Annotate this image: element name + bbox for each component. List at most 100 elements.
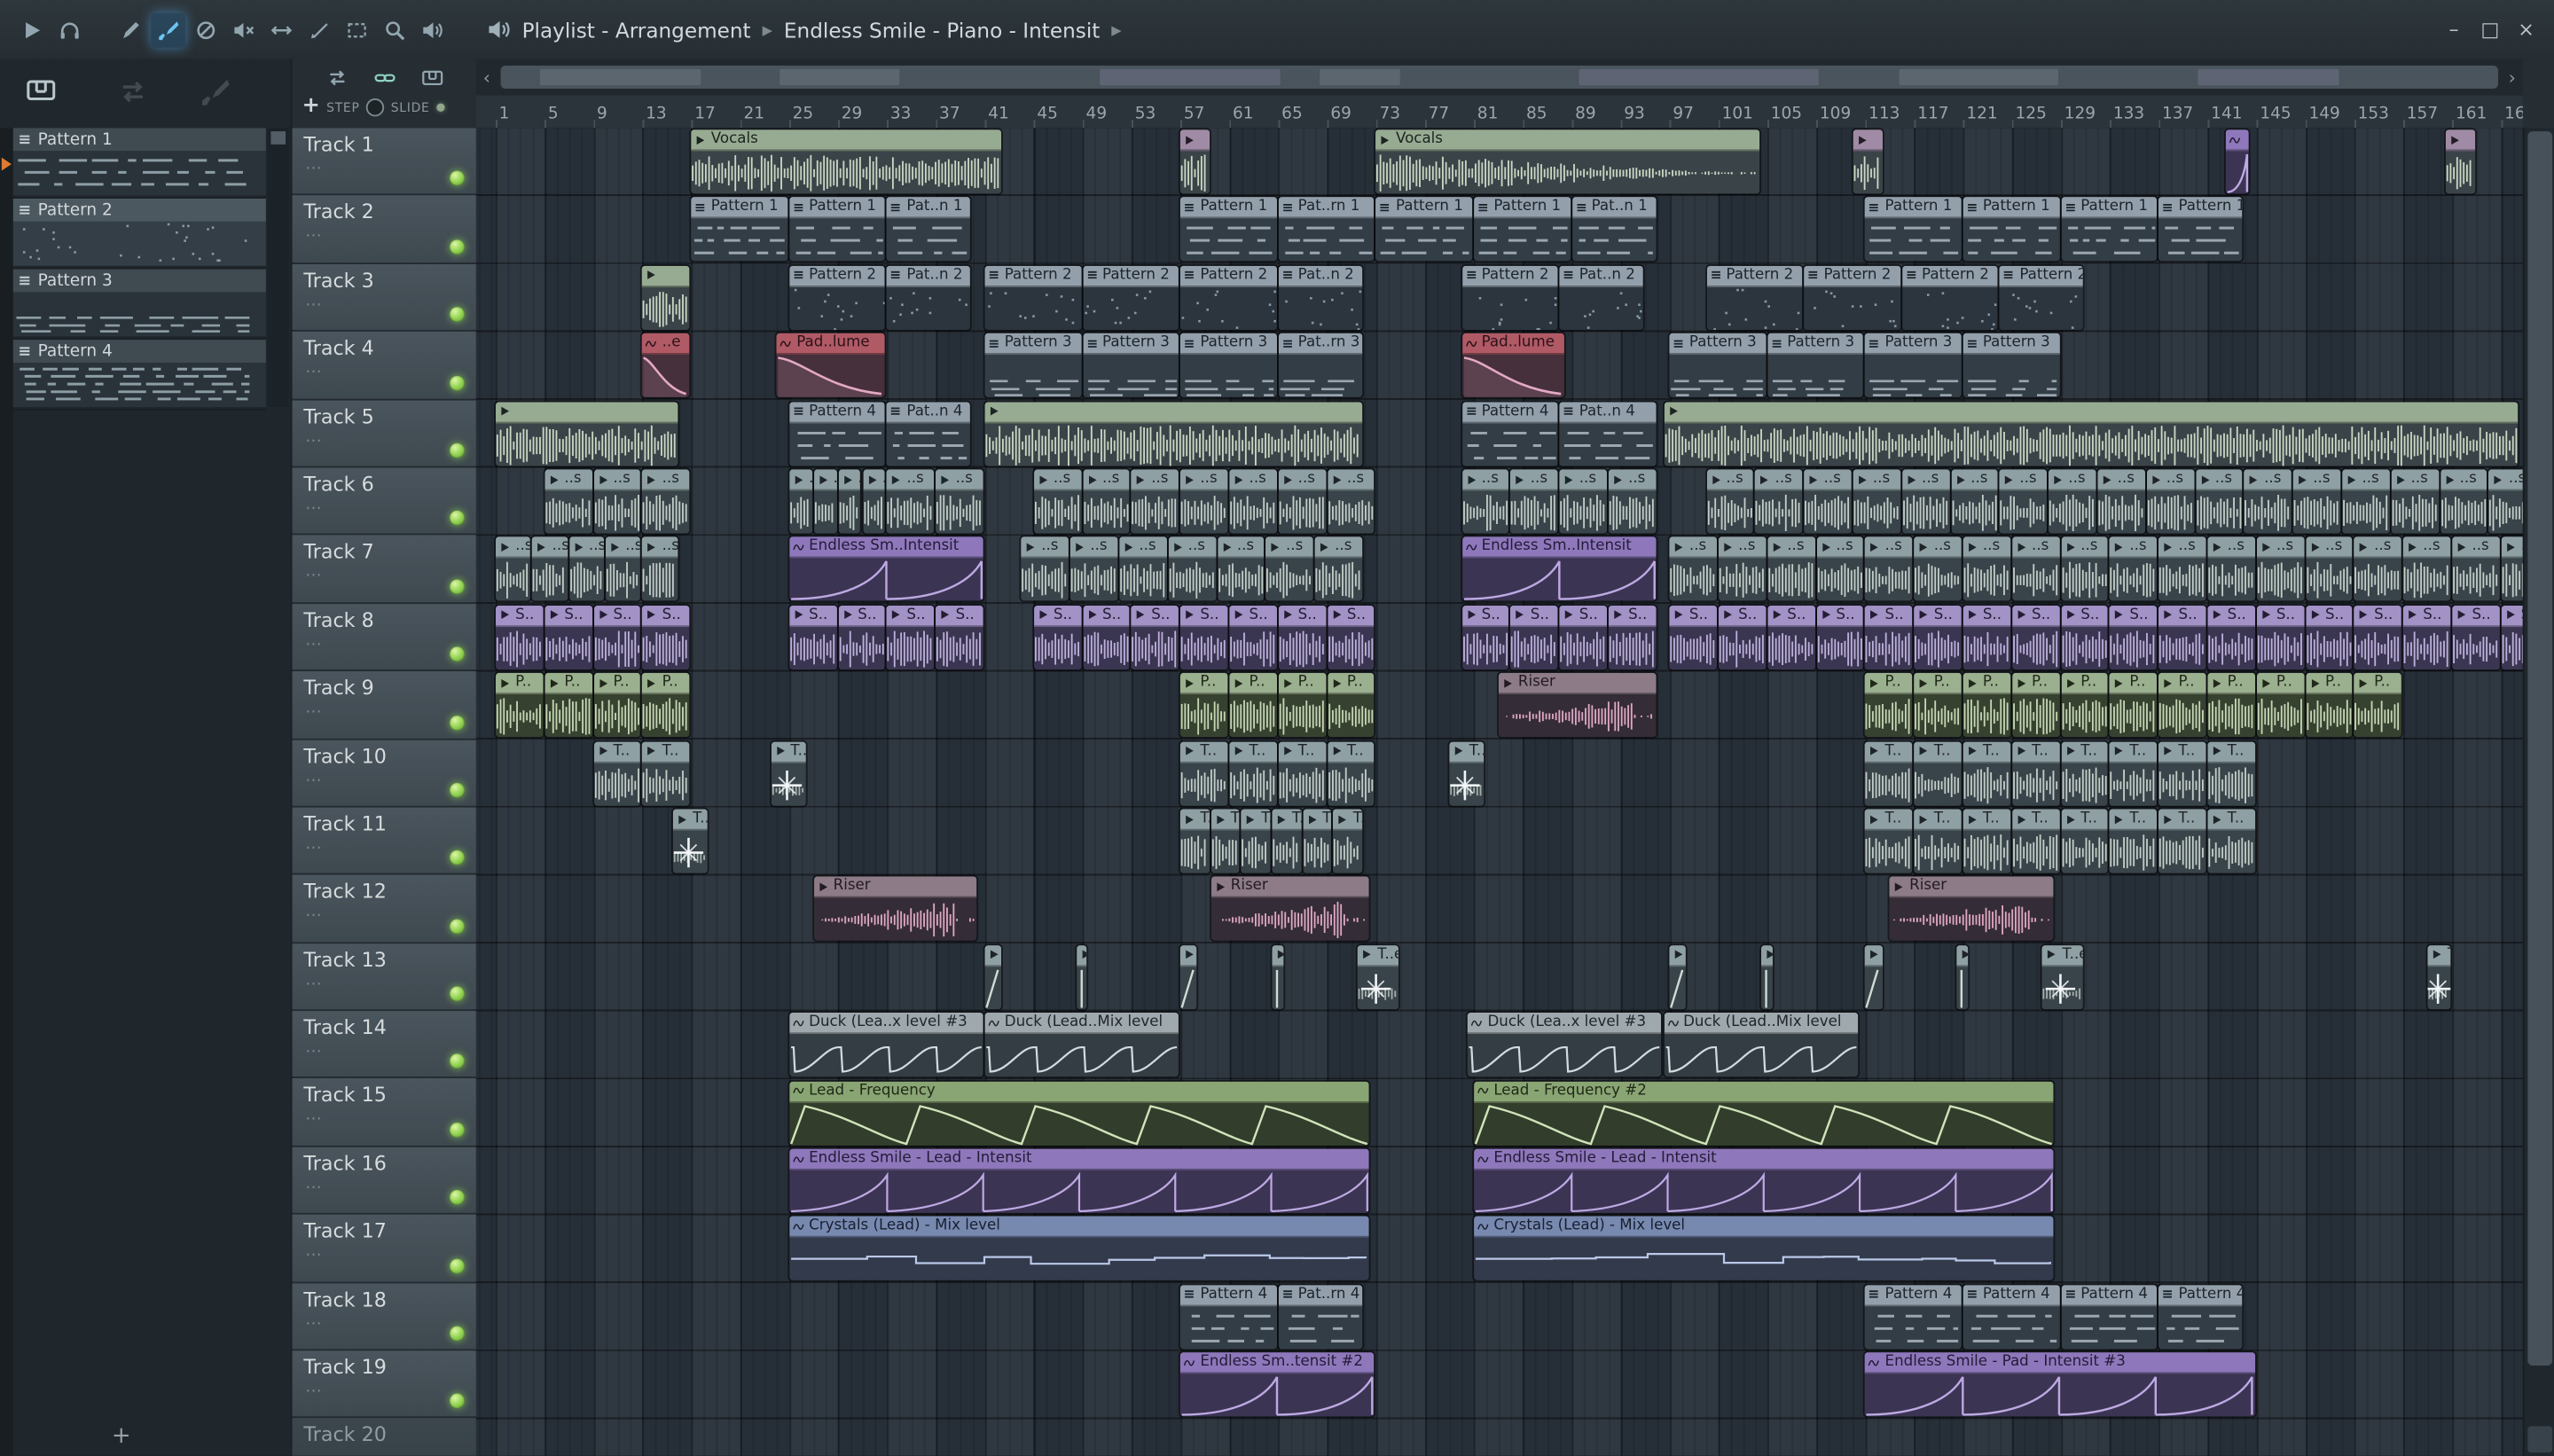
clip-duck-lea-x-level-3[interactable]: Duck (Lea..x level #3 bbox=[788, 1013, 983, 1077]
clip-s[interactable]: ..s bbox=[1327, 469, 1375, 534]
track-mute-led[interactable] bbox=[450, 1122, 465, 1138]
clip-pattern-3[interactable]: Pattern 3 bbox=[1963, 333, 2060, 398]
clip-audio[interactable] bbox=[1853, 129, 1883, 194]
playlist-lane-12[interactable]: Riser Riser Riser bbox=[476, 875, 2523, 943]
clip-s[interactable]: S.. bbox=[887, 605, 935, 669]
track-header-7[interactable]: Track 7… bbox=[292, 536, 478, 604]
clip-pattern-1[interactable]: Pattern 1 bbox=[1865, 197, 1962, 262]
clip-audio[interactable] bbox=[1180, 129, 1210, 194]
clip-pad-lume[interactable]: Pad..lume bbox=[777, 333, 886, 398]
clip-riser[interactable]: Riser bbox=[1889, 877, 2054, 942]
clip-t[interactable]: T.. bbox=[2158, 809, 2206, 873]
clip-s[interactable]: S.. bbox=[2011, 605, 2060, 669]
clip-riser[interactable]: Riser bbox=[813, 877, 977, 942]
clip-pat-n-2[interactable]: Pat..n 2 bbox=[1278, 265, 1363, 330]
clip-s[interactable]: ..s bbox=[1901, 469, 1950, 534]
clip-p[interactable]: P.. bbox=[2011, 673, 2060, 738]
clip-s[interactable]: S.. bbox=[2354, 605, 2402, 669]
clip-s[interactable]: S.. bbox=[2060, 605, 2109, 669]
clip-s[interactable]: ..s bbox=[2097, 469, 2145, 534]
clip-s[interactable]: S.. bbox=[642, 605, 690, 669]
clip-pattern-3[interactable]: Pattern 3 bbox=[1767, 333, 1864, 398]
clip-p[interactable]: P.. bbox=[495, 673, 544, 738]
playlist-lane-17[interactable]: Crystals (Lead) - Mix level Crystals (Lea… bbox=[476, 1215, 2523, 1283]
clip-t[interactable]: T.. bbox=[1272, 809, 1302, 873]
clip-pattern-1[interactable]: Pattern 1 bbox=[1963, 197, 2060, 262]
clip-t[interactable]: T.. bbox=[1278, 740, 1326, 806]
clip-s[interactable]: ..s bbox=[1070, 536, 1118, 602]
playlist-lane-5[interactable]: Pattern 4 Pat..n 4 Pattern 4 Pat..n 4 bbox=[476, 400, 2523, 468]
pattern-item-1[interactable]: Pattern 1 bbox=[12, 128, 266, 199]
clip-t[interactable]: T.. bbox=[2207, 809, 2255, 873]
playlist-lane-1[interactable]: Vocals Vocals bbox=[476, 128, 2523, 196]
clip-s[interactable]: ..s bbox=[1755, 469, 1803, 534]
track-header-8[interactable]: Track 8… bbox=[292, 603, 478, 672]
clip-p[interactable]: P.. bbox=[544, 673, 592, 738]
clip-audio[interactable] bbox=[984, 401, 1363, 466]
track-header-18[interactable]: Track 18… bbox=[292, 1282, 478, 1351]
track-header-10[interactable]: Track 10… bbox=[292, 739, 478, 808]
clip-s[interactable]: S.. bbox=[1461, 605, 1509, 669]
clip-audio[interactable] bbox=[1865, 944, 1883, 1009]
clip-p[interactable]: P.. bbox=[2256, 673, 2304, 738]
clip-pattern-4[interactable]: Pattern 4 bbox=[1461, 401, 1558, 466]
clip-s[interactable]: S.. bbox=[1180, 605, 1228, 669]
clip-audio[interactable] bbox=[1761, 944, 1773, 1009]
scrollbar-corner-widget[interactable] bbox=[2527, 1426, 2553, 1453]
pattern-header[interactable]: Pattern 3 bbox=[12, 269, 266, 293]
clip-s[interactable]: S.. bbox=[2501, 605, 2523, 669]
clip-s[interactable]: ..s bbox=[532, 536, 568, 602]
clip-s[interactable]: S.. bbox=[1510, 605, 1558, 669]
clip-p[interactable]: P.. bbox=[2158, 673, 2206, 738]
track-header-3[interactable]: Track 3… bbox=[292, 263, 478, 333]
clip-t[interactable]: T.. bbox=[2060, 740, 2109, 806]
clip-s[interactable]: ..s bbox=[605, 536, 641, 602]
pattern-item-3[interactable]: Pattern 3 bbox=[12, 269, 266, 341]
clip-s[interactable]: ..s bbox=[1559, 469, 1607, 534]
clip-p[interactable]: P.. bbox=[2110, 673, 2158, 738]
clip-pattern-2[interactable]: Pattern 2 bbox=[1180, 265, 1277, 330]
clip-s[interactable]: ..s bbox=[642, 469, 690, 534]
step-toggle[interactable] bbox=[365, 98, 385, 116]
clip-s[interactable]: ..s bbox=[2000, 469, 2048, 534]
playlist-lane-18[interactable]: Pattern 4 Pat..rn 4 Pattern 4 Pattern 4 Patt… bbox=[476, 1283, 2523, 1351]
vertical-scrollbar[interactable] bbox=[2522, 128, 2554, 1456]
clip-audio[interactable] bbox=[1956, 944, 1968, 1009]
clip-pat-rn-3[interactable]: Pat..rn 3 bbox=[1278, 333, 1363, 398]
clip-t[interactable]: T bbox=[2427, 944, 2451, 1009]
clip-t-e[interactable]: T..e bbox=[1358, 944, 1399, 1009]
clip-s[interactable]: ..s bbox=[2354, 536, 2402, 602]
clip-t-2[interactable]: T..2 bbox=[1449, 740, 1485, 806]
add-pattern-button[interactable]: + bbox=[112, 1423, 131, 1450]
track-header-4[interactable]: Track 4… bbox=[292, 332, 478, 400]
clip-t[interactable]: T.. bbox=[1914, 809, 1962, 873]
track-mute-led[interactable] bbox=[450, 918, 465, 934]
piano-picker-icon[interactable] bbox=[27, 75, 56, 105]
clip-s[interactable]: ..s bbox=[2452, 536, 2500, 602]
track-header-2[interactable]: Track 2… bbox=[292, 195, 478, 264]
clip-s[interactable]: ..s bbox=[1033, 469, 1081, 534]
pattern-item-4[interactable]: Pattern 4 bbox=[12, 340, 266, 411]
clip-s[interactable]: S.. bbox=[1229, 605, 1277, 669]
clip-s[interactable]: ..s bbox=[2060, 536, 2109, 602]
vertical-scroll-thumb[interactable] bbox=[2527, 131, 2553, 1366]
clip-s[interactable]: ..s bbox=[936, 469, 983, 534]
clip-p[interactable]: P.. bbox=[1963, 673, 2010, 738]
clip-pattern-2[interactable]: Pattern 2 bbox=[984, 265, 1081, 330]
clip-pattern-2[interactable]: Pattern 2 bbox=[2000, 265, 2084, 330]
clip-s[interactable]: ..s bbox=[1119, 536, 1167, 602]
tool-speaker-icon[interactable] bbox=[415, 12, 450, 47]
clip-s[interactable]: ..s bbox=[1021, 536, 1069, 602]
clip-s[interactable]: ..s bbox=[2305, 536, 2354, 602]
clip-t[interactable]: T.. bbox=[2158, 740, 2206, 806]
track-mute-led[interactable] bbox=[450, 375, 465, 390]
clip-s[interactable]: S.. bbox=[1131, 605, 1179, 669]
track-header-17[interactable]: Track 17… bbox=[292, 1215, 478, 1283]
clip-s[interactable]: ..s bbox=[2011, 536, 2060, 602]
playlist-swap-icon[interactable] bbox=[323, 64, 352, 90]
tool-zoom-icon[interactable] bbox=[378, 12, 412, 47]
clip-t[interactable]: T.. bbox=[642, 740, 690, 806]
clip-pattern-2[interactable]: Pattern 2 bbox=[1461, 265, 1558, 330]
clip-s[interactable]: ..s bbox=[2244, 469, 2292, 534]
clip-s[interactable]: S.. bbox=[1082, 605, 1131, 669]
